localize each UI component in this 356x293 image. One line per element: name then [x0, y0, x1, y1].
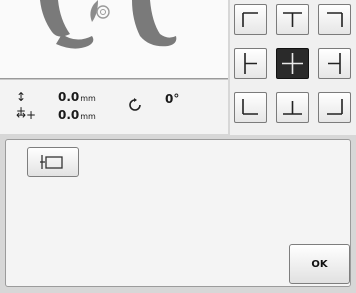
grid-bottom-left[interactable] — [234, 92, 267, 123]
horizontal-offset-value: 0.0mm — [58, 108, 96, 122]
position-grid — [230, 0, 356, 135]
embroidery-letter-preview — [40, 0, 177, 49]
rotation-value: 0° — [165, 92, 180, 106]
grid-bottom-center[interactable] — [276, 92, 309, 123]
rotate-icon — [129, 98, 141, 111]
position-info: ↕ + 0.0mm ↔+ 0.0mm 0° — [0, 79, 228, 134]
grid-bottom-right[interactable] — [318, 92, 351, 123]
grid-center[interactable] — [276, 48, 309, 79]
grid-top-center[interactable] — [276, 4, 309, 35]
grid-top-left[interactable] — [234, 4, 267, 35]
ok-button[interactable]: OK — [289, 244, 350, 284]
embroidery-preview — [0, 0, 228, 79]
frame-position-button[interactable] — [27, 147, 79, 177]
grid-middle-left[interactable] — [234, 48, 267, 79]
frame-position-icon — [40, 155, 63, 169]
horizontal-move-icon: ↔+ — [16, 108, 37, 122]
grid-top-right[interactable] — [318, 4, 351, 35]
grid-middle-right[interactable] — [318, 48, 351, 79]
vertical-offset-value: 0.0mm — [58, 90, 96, 104]
